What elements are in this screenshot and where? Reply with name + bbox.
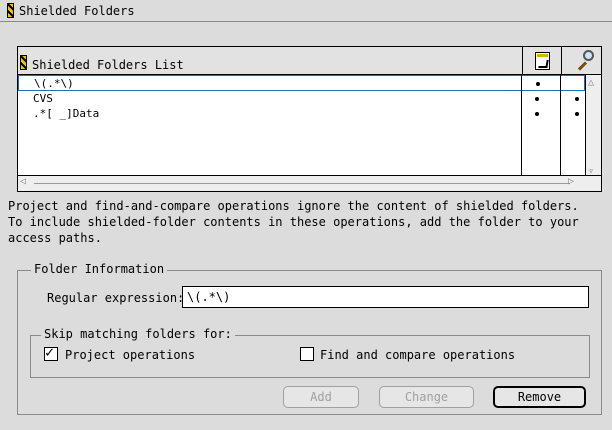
find-flag-dot[interactable] — [575, 112, 579, 116]
shielded-folders-list[interactable]: Shielded Folders List \(.*\) CVS .*[ _]Dat… — [17, 46, 602, 192]
project-flag-dot[interactable] — [536, 82, 540, 86]
shield-icon — [20, 55, 27, 70]
regex-input[interactable] — [182, 286, 589, 308]
scroll-up-arrow-icon[interactable]: △ — [588, 77, 594, 88]
project-flag-dot[interactable] — [535, 112, 539, 116]
add-button[interactable]: Add — [283, 386, 359, 408]
scroll-left-arrow-icon[interactable]: ◁ — [20, 176, 26, 187]
project-flag-dot[interactable] — [535, 97, 539, 101]
list-rows: \(.*\) CVS .*[ _]Data — [18, 75, 585, 175]
column-header-find[interactable] — [561, 47, 601, 74]
horizontal-scrollbar[interactable]: ◁ ▷ — [18, 175, 601, 191]
project-operations-checkbox[interactable]: ✓ — [44, 343, 58, 361]
description-text: Project and find-and-compare operations … — [8, 199, 579, 245]
find-flag-dot[interactable] — [575, 97, 579, 101]
regex-label: Regular expression: — [47, 291, 185, 305]
list-row[interactable]: .*[ _]Data — [18, 106, 585, 121]
title-bar[interactable]: Shielded Folders — [0, 0, 612, 22]
column-header-project[interactable] — [522, 47, 562, 74]
window-title: Shielded Folders — [19, 4, 135, 18]
project-operations-label[interactable]: Project operations — [65, 348, 195, 362]
folder-information-legend: Folder Information — [31, 262, 168, 276]
change-button[interactable]: Change — [379, 386, 474, 408]
folder-pattern: \(.*\) — [34, 77, 74, 90]
list-header: Shielded Folders List — [18, 47, 601, 75]
scroll-right-arrow-icon[interactable]: ▷ — [568, 176, 574, 187]
list-row[interactable]: CVS — [18, 91, 585, 106]
document-icon — [535, 52, 550, 70]
list-row[interactable]: \(.*\) — [18, 75, 585, 91]
list-header-title: Shielded Folders List — [32, 58, 184, 72]
remove-button[interactable]: Remove — [493, 386, 586, 408]
folder-pattern: .*[ _]Data — [33, 107, 100, 120]
magnifier-icon — [574, 50, 594, 71]
skip-folders-legend: Skip matching folders for: — [41, 327, 235, 341]
vertical-scrollbar[interactable]: △ ▿ — [585, 75, 601, 177]
folder-pattern: CVS — [33, 92, 53, 105]
find-compare-operations-checkbox[interactable] — [300, 347, 314, 361]
find-compare-operations-label[interactable]: Find and compare operations — [320, 348, 515, 362]
shield-icon — [7, 3, 14, 18]
